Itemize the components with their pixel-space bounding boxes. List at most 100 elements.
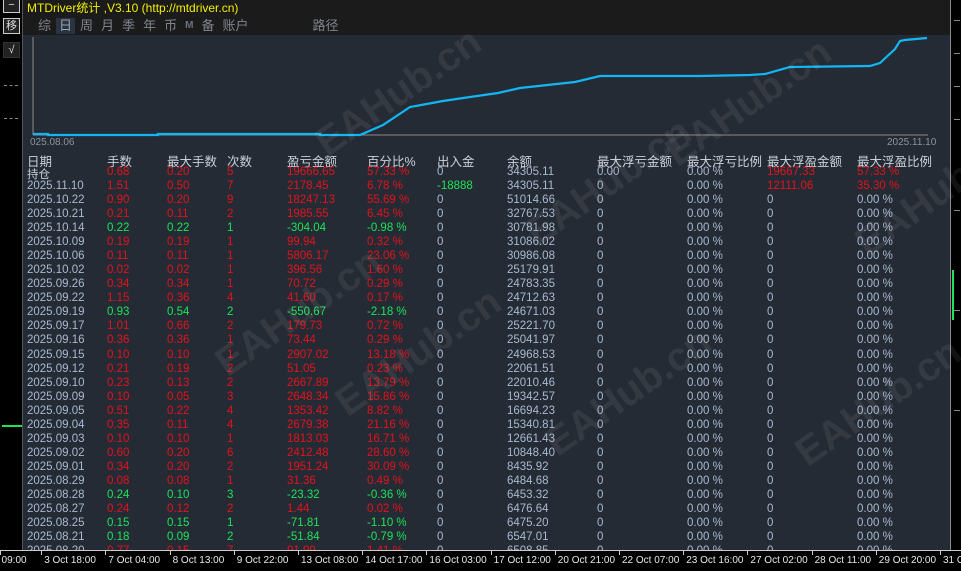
tab-8[interactable]: 备 [198, 18, 217, 34]
table-cell: -1.10 % [367, 517, 407, 529]
table-cell: 6.78 % [367, 180, 403, 193]
table-cell: 0 [767, 432, 774, 445]
table-cell: 0.00 % [687, 194, 723, 207]
time-axis-tick [169, 551, 171, 555]
table-cell: 0 [767, 502, 774, 515]
table-cell: 2025.09.12 [27, 362, 85, 375]
table-cell: 1 [227, 236, 234, 249]
time-axis-tick [233, 551, 235, 555]
table-cell: 0.00 % [857, 446, 893, 459]
table-cell: 0.08 [167, 474, 190, 487]
table-cell: 0 [437, 348, 444, 361]
table-cell: 0 [597, 208, 604, 221]
tab-2[interactable]: 周 [77, 18, 96, 34]
table-cell: 0.02 % [367, 502, 403, 515]
table-cell: 2 [227, 460, 234, 473]
scale-tick [954, 410, 960, 411]
table-cell: 30781.98 [507, 222, 555, 235]
table-cell: 0 [437, 404, 444, 417]
table-cell: 0.13 [167, 376, 190, 389]
table-cell: 7 [227, 180, 234, 193]
table-cell: 0.11 [167, 208, 189, 221]
tab-5[interactable]: 年 [140, 18, 159, 34]
table-cell: 34305.11 [507, 166, 555, 178]
table-cell: 0 [437, 418, 444, 431]
table-cell: 0 [437, 208, 444, 221]
check-button[interactable]: √ [3, 42, 20, 58]
table-cell: 0.11 [167, 250, 189, 263]
table-cell: 2025.09.05 [27, 404, 85, 417]
table-cell: 0 [437, 264, 444, 277]
table-cell: 4 [227, 292, 234, 305]
minimize-button[interactable]: − [3, 0, 20, 13]
table-cell: 1 [227, 432, 234, 445]
table-cell: 0 [767, 194, 774, 207]
price-candles [952, 270, 961, 320]
table-cell: 0.20 [167, 194, 190, 207]
table-cell: 0.34 [107, 278, 130, 291]
table-cell: 15.86 % [367, 390, 410, 403]
table-cell: 24968.53 [507, 348, 555, 361]
table-cell: 0.24 [107, 502, 130, 515]
table-cell: 99.94 [287, 236, 316, 249]
table-cell: 31.36 [287, 474, 316, 487]
table-cell: 0.00 % [857, 460, 893, 473]
table-cell: 6475.20 [507, 517, 549, 529]
table-cell: 1 [227, 517, 234, 529]
time-axis-tick [105, 551, 107, 555]
time-axis-label: 31 O [943, 555, 961, 566]
table-cell: 0.05 [167, 390, 190, 403]
table-cell: -2.18 % [367, 306, 407, 319]
table-cell: 0.10 [107, 348, 130, 361]
table-cell: 24671.03 [507, 306, 555, 319]
table-cell: 0 [597, 531, 604, 544]
time-axis-label: 20 Oct 21:00 [557, 555, 616, 566]
table-cell: 41.60 [287, 292, 316, 305]
table-cell: 0.00 % [687, 460, 723, 473]
time-axis-label: 29 Oct 20:00 [878, 555, 937, 566]
table-cell: 1 [227, 222, 234, 235]
tab-9[interactable]: 账户 [219, 18, 251, 34]
move-button[interactable]: 移 [3, 18, 20, 34]
table-cell: 0.10 [167, 348, 190, 361]
table-cell: 0.00 % [857, 264, 893, 277]
scale-tick [954, 86, 960, 87]
table-cell: 0 [767, 376, 774, 389]
table-cell: 2 [227, 376, 234, 389]
table-cell: 0 [767, 418, 774, 431]
table-cell: 2 [227, 208, 234, 221]
time-axis-tick [747, 551, 749, 555]
table-cell: 0.00 % [857, 292, 893, 305]
table-cell: 0.00 % [687, 390, 723, 403]
tab-4[interactable]: 季 [119, 18, 138, 34]
table-cell: 13.79 % [367, 376, 410, 389]
tab-10[interactable]: 路径 [309, 18, 341, 34]
table-cell: 0 [437, 222, 444, 235]
table-cell: 0.00 % [687, 222, 723, 235]
tab-1[interactable]: 日 [56, 18, 76, 34]
table-cell: 0.20 [167, 166, 190, 178]
table-cell: 0.00 % [857, 418, 893, 431]
table-cell: 19666.65 [287, 166, 335, 178]
time-axis-label: 3 Oct 18:00 [44, 555, 96, 566]
tab-0[interactable]: 综 [35, 18, 54, 34]
time-axis-label: 8 Oct 13:00 [172, 555, 225, 566]
table-cell: 0.54 [167, 306, 190, 319]
table-cell: 0.22 [167, 404, 190, 417]
tab-6[interactable]: 币 [161, 18, 180, 34]
table-cell: 0.29 % [367, 278, 403, 291]
table-cell: 4 [227, 404, 234, 417]
tab-3[interactable]: 月 [98, 18, 117, 34]
panel-header: MTDriver统计 ,V3.10 (http://mtdriver.cn) 综… [23, 0, 950, 35]
table-cell: 0.10 [107, 390, 130, 403]
table-cell: 18247.13 [287, 194, 335, 207]
time-axis-label: 17 Oct 12:00 [493, 555, 551, 566]
table-cell: 0.00 % [687, 166, 723, 178]
table-cell: 2907.02 [287, 348, 329, 361]
table-cell: 0.34 [107, 460, 130, 473]
table-cell: 19667.33 [767, 166, 815, 178]
table-cell: 0.49 % [367, 474, 403, 487]
tab-7[interactable]: M [182, 18, 196, 34]
table-cell: 0.32 % [367, 236, 403, 249]
table-cell: 0 [437, 250, 444, 263]
